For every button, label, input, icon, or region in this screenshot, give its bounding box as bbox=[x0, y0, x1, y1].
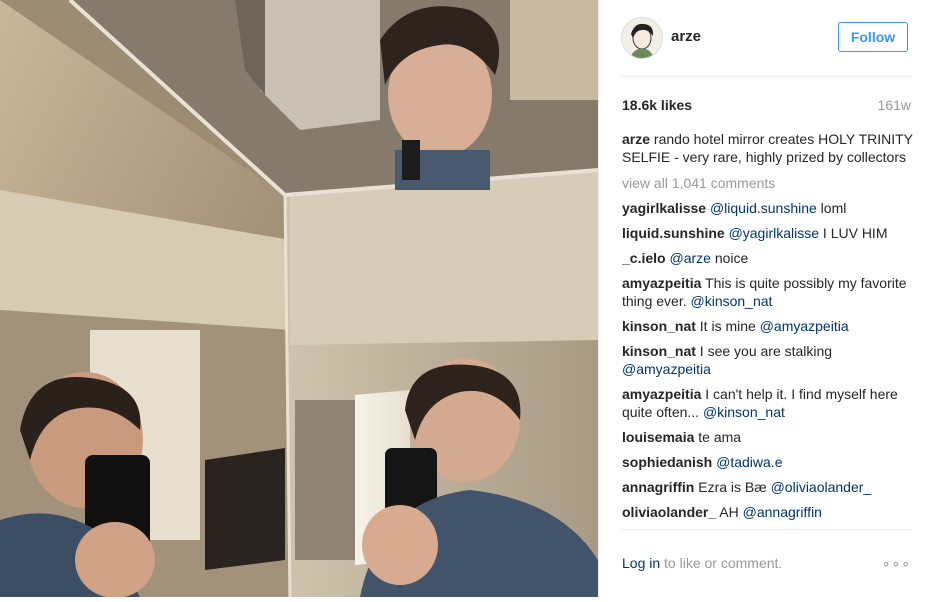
follow-button[interactable]: Follow bbox=[838, 22, 908, 52]
comment-mention[interactable]: @annagriffin bbox=[743, 504, 822, 520]
comment-text: AH bbox=[719, 504, 743, 520]
comment: louisemaia te ama bbox=[622, 428, 914, 446]
comment: oliviaolander_ AH @annagriffin bbox=[622, 503, 914, 521]
comment-username[interactable]: yagirlkalisse bbox=[622, 200, 706, 216]
post-sidebar: arze Follow 18.6k likes 161w arze rando … bbox=[598, 0, 934, 597]
footer-divider bbox=[621, 529, 911, 530]
comment: annagriffin Ezra is Bæ @oliviaolander_ bbox=[622, 478, 914, 496]
view-all-comments-link[interactable]: view all 1,041 comments bbox=[622, 174, 914, 192]
mirror-selfie-image bbox=[0, 0, 598, 597]
comment-mention[interactable]: @kinson_nat bbox=[691, 293, 773, 309]
comment-username[interactable]: louisemaia bbox=[622, 429, 694, 445]
comment-username[interactable]: annagriffin bbox=[622, 479, 694, 495]
comment: amyazpeitia This is quite possibly my fa… bbox=[622, 274, 914, 310]
post-photo[interactable] bbox=[0, 0, 598, 597]
header-divider bbox=[621, 76, 911, 77]
comment-text: I LUV HIM bbox=[819, 225, 888, 241]
comment-mention[interactable]: @tadiwa.e bbox=[716, 454, 782, 470]
comment-text: Ezra is Bæ bbox=[698, 479, 771, 495]
login-link[interactable]: Log in bbox=[622, 555, 660, 571]
caption: arze rando hotel mirror creates HOLY TRI… bbox=[622, 130, 914, 166]
post-header: arze Follow bbox=[599, 0, 934, 76]
comment-username[interactable]: oliviaolander_ bbox=[622, 504, 716, 520]
login-prompt: Log in to like or comment. bbox=[622, 555, 782, 571]
comment-username[interactable]: kinson_nat bbox=[622, 343, 696, 359]
comments-list[interactable]: arze rando hotel mirror creates HOLY TRI… bbox=[622, 130, 914, 528]
comment-username[interactable]: amyazpeitia bbox=[622, 386, 701, 402]
comment-username[interactable]: _c.ielo bbox=[622, 250, 666, 266]
post-time[interactable]: 161w bbox=[878, 97, 911, 113]
caption-username[interactable]: arze bbox=[622, 131, 650, 147]
likes-count[interactable]: 18.6k likes bbox=[622, 97, 692, 113]
comment-text: loml bbox=[816, 200, 847, 216]
post-view: arze Follow 18.6k likes 161w arze rando … bbox=[0, 0, 934, 602]
comment: kinson_nat It is mine @amyazpeitia bbox=[622, 317, 914, 335]
comment-mention[interactable]: @amyazpeitia bbox=[622, 361, 711, 377]
login-prompt-text: to like or comment. bbox=[660, 555, 783, 571]
comment-text: noice bbox=[710, 250, 749, 266]
comment: sophiedanish @tadiwa.e bbox=[622, 453, 914, 471]
comment: _c.ielo @arze noice bbox=[622, 249, 914, 267]
comment-username[interactable]: amyazpeitia bbox=[622, 275, 701, 291]
comment-mention[interactable]: @liquid.sunshine bbox=[710, 200, 817, 216]
comment: yagirlkalisse @liquid.sunshine loml bbox=[622, 199, 914, 217]
comment: kinson_nat I see you are stalking @amyaz… bbox=[622, 342, 914, 378]
comment: amyazpeitia I can't help it. I find myse… bbox=[622, 385, 914, 421]
comment-text: te ama bbox=[698, 429, 742, 445]
comment-text: It is mine bbox=[699, 318, 760, 334]
avatar[interactable] bbox=[621, 17, 663, 59]
comment-mention[interactable]: @yagirlkalisse bbox=[729, 225, 819, 241]
comment-mention[interactable]: @amyazpeitia bbox=[760, 318, 849, 334]
comment-username[interactable]: liquid.sunshine bbox=[622, 225, 725, 241]
more-options-icon[interactable]: ∘∘∘ bbox=[882, 555, 911, 572]
comment-mention[interactable]: @kinson_nat bbox=[703, 404, 785, 420]
avatar-illustration-icon bbox=[622, 18, 662, 58]
comment-mention[interactable]: @oliviaolander_ bbox=[771, 479, 872, 495]
username[interactable]: arze bbox=[671, 28, 701, 45]
comment-text: I see you are stalking bbox=[699, 343, 833, 359]
comment: liquid.sunshine @yagirlkalisse I LUV HIM bbox=[622, 224, 914, 242]
comment-mention[interactable]: @arze bbox=[669, 250, 710, 266]
caption-text: rando hotel mirror creates HOLY TRINITY … bbox=[622, 131, 913, 165]
comment-username[interactable]: sophiedanish bbox=[622, 454, 712, 470]
comment-username[interactable]: kinson_nat bbox=[622, 318, 696, 334]
